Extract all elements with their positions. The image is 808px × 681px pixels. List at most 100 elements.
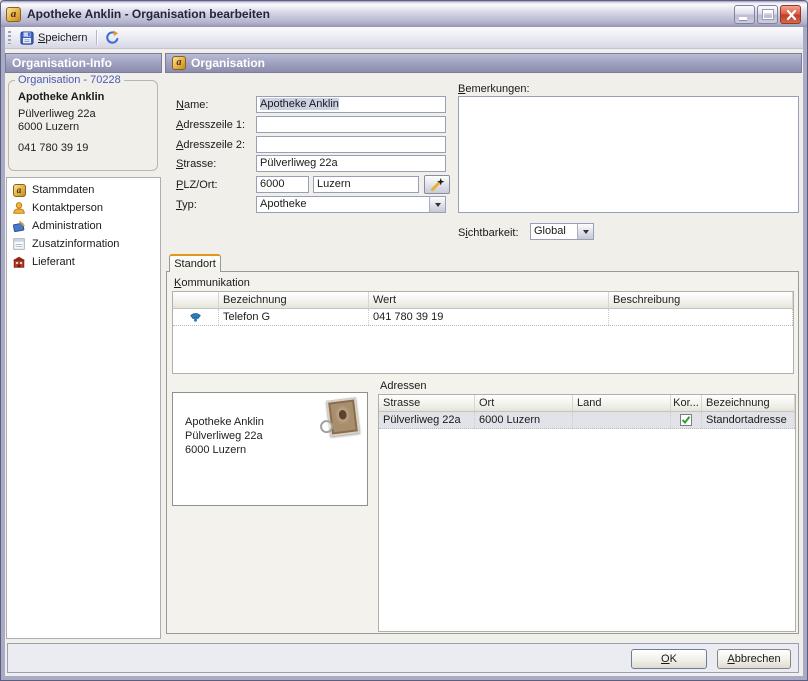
address-preview-envelope: Apotheke Anklin Pülverliweg 22a 6000 Luz… [172, 392, 368, 506]
row-icon-cell [173, 309, 219, 325]
info-phone: 041 780 39 19 [18, 142, 148, 155]
column-header-kor[interactable]: Kor... [671, 395, 702, 412]
info-street: Pülverliweg 22a [18, 108, 148, 121]
kor-checkbox[interactable] [680, 414, 692, 426]
supplier-icon [12, 255, 26, 269]
toolbar-grip[interactable] [8, 31, 11, 44]
administration-icon [12, 219, 26, 233]
stamp-icon [326, 397, 360, 436]
ort-input[interactable]: Luzern [313, 176, 419, 193]
ok-button[interactable]: OK [631, 649, 707, 669]
bemerkungen-label: Bemerkungen: [458, 83, 530, 95]
nav-label: Lieferant [32, 256, 75, 268]
chevron-down-icon[interactable] [429, 197, 445, 212]
table-row[interactable]: Telefon G 041 780 39 19 [173, 309, 793, 326]
bemerkungen-textarea[interactable] [458, 96, 799, 213]
envelope-line: 6000 Luzern [185, 443, 264, 457]
save-button[interactable]: Speichern [15, 28, 93, 48]
sidebar-item-stammdaten[interactable]: a Stammdaten [7, 181, 160, 199]
adressen-label: Adressen [380, 380, 426, 392]
maximize-button[interactable] [757, 5, 778, 24]
main-header-label: Organisation [191, 56, 265, 70]
sidebar-item-zusatzinformation[interactable]: Zusatzinformation [7, 235, 160, 253]
column-header-strasse[interactable]: Strasse [379, 395, 475, 412]
cell-land[interactable] [573, 412, 671, 428]
column-header-bezeichnung[interactable]: Bezeichnung [219, 292, 369, 309]
info-city: 6000 Luzern [18, 121, 148, 134]
typ-label: Typ: [176, 199, 256, 211]
organisation-info-legend: Organisation - 70228 [15, 74, 124, 86]
window-controls [734, 5, 801, 24]
tab-standort[interactable]: Standort [169, 254, 221, 272]
column-header-ort[interactable]: Ort [475, 395, 573, 412]
kommunikation-table-header: Bezeichnung Wert Beschreibung [173, 292, 793, 309]
refresh-button[interactable] [100, 28, 125, 48]
wand-icon [429, 177, 445, 192]
column-header-bezeichnung[interactable]: Bezeichnung [702, 395, 795, 412]
nav-label: Administration [32, 220, 102, 232]
footer-bar: OK Abbrechen [7, 643, 799, 673]
sidebar-item-administration[interactable]: Administration [7, 217, 160, 235]
adresszeile2-label: Adresszeile 2: [176, 139, 256, 151]
sidebar-item-kontaktperson[interactable]: Kontaktperson [7, 199, 160, 217]
kommunikation-label: Kommunikation [174, 277, 250, 289]
column-header-icon[interactable] [173, 292, 219, 309]
cell-ort[interactable]: 6000 Luzern [475, 412, 573, 428]
name-input[interactable]: Apotheke Anklin [256, 96, 446, 113]
name-row: Name: Apotheke Anklin [176, 96, 446, 113]
nav-label: Stammdaten [32, 184, 94, 196]
column-header-land[interactable]: Land [573, 395, 671, 412]
cell-bezeichnung[interactable]: Telefon G [219, 309, 369, 325]
envelope-line: Apotheke Anklin [185, 415, 264, 429]
sichtbarkeit-select[interactable]: Global [530, 223, 594, 240]
sidebar-header: Organisation-Info [5, 53, 162, 73]
table-row[interactable]: Pülverliweg 22a 6000 Luzern Standortadre… [379, 412, 795, 429]
minimize-button[interactable] [734, 5, 755, 24]
strasse-input[interactable]: Pülverliweg 22a [256, 155, 446, 172]
typ-row: Typ: Apotheke [176, 196, 446, 213]
nav-label: Zusatzinformation [32, 238, 119, 250]
toolbar-separator [96, 30, 97, 45]
cell-bezeichnung[interactable]: Standortadresse [702, 412, 795, 428]
person-icon [12, 201, 26, 215]
window-title: Apotheke Anklin - Organisation bearbeite… [27, 7, 734, 21]
refresh-icon [105, 30, 120, 45]
adresszeile2-input[interactable] [256, 136, 446, 153]
chevron-down-icon[interactable] [577, 224, 593, 239]
envelope-address: Apotheke Anklin Pülverliweg 22a 6000 Luz… [185, 415, 264, 457]
column-header-beschreibung[interactable]: Beschreibung [609, 292, 793, 309]
cell-strasse[interactable]: Pülverliweg 22a [379, 412, 475, 428]
close-icon [781, 6, 802, 25]
content-area: Organisation-Info Organisation - 70228 A… [5, 50, 803, 642]
sidebar-header-label: Organisation-Info [12, 56, 112, 70]
info-organisation-name: Apotheke Anklin [18, 91, 148, 103]
sichtbarkeit-label: Sichtbarkeit: [458, 227, 519, 239]
minimize-icon [739, 17, 747, 20]
sidebar-nav: a Stammdaten Kontaktperson Administratio… [6, 177, 161, 639]
plz-lookup-button[interactable] [424, 175, 450, 194]
close-button[interactable] [780, 5, 801, 24]
window-body: Speichern Organisation-Info Organisation… [5, 27, 803, 676]
cell-wert[interactable]: 041 780 39 19 [369, 309, 609, 325]
nav-label: Kontaktperson [32, 202, 103, 214]
plz-ort-label: PLZ/Ort: [176, 179, 256, 191]
cancel-button[interactable]: Abbrechen [717, 649, 791, 669]
kommunikation-table: Bezeichnung Wert Beschreibung Telefon G [172, 291, 794, 374]
adressen-table: Strasse Ort Land Kor... Bezeichnung Pülv… [378, 394, 796, 632]
plz-ort-row: PLZ/Ort: 6000 Luzern [176, 175, 450, 194]
toolbar: Speichern [5, 27, 803, 49]
name-label: Name: [176, 99, 256, 111]
phone-icon [189, 311, 202, 324]
check-icon [681, 415, 691, 425]
adresszeile1-input[interactable] [256, 116, 446, 133]
column-header-wert[interactable]: Wert [369, 292, 609, 309]
title-bar[interactable]: a Apotheke Anklin - Organisation bearbei… [1, 1, 807, 27]
cell-kor [671, 412, 702, 428]
envelope-line: Pülverliweg 22a [185, 429, 264, 443]
cell-beschreibung[interactable] [609, 309, 793, 325]
adresszeile1-label: Adresszeile 1: [176, 119, 256, 131]
sidebar-item-lieferant[interactable]: Lieferant [7, 253, 160, 271]
plz-input[interactable]: 6000 [256, 176, 309, 193]
organisation-icon: a [172, 56, 186, 70]
typ-select[interactable]: Apotheke [256, 196, 446, 213]
